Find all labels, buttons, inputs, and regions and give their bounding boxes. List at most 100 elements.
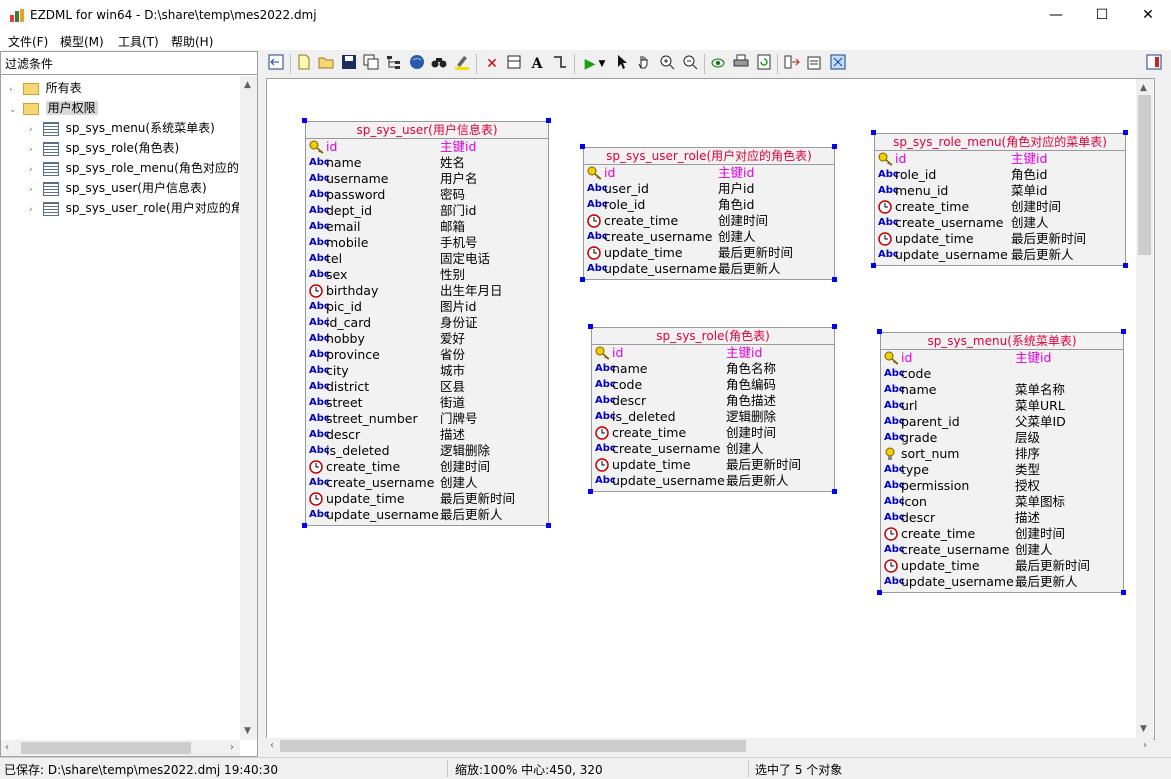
panel-toggle-icon[interactable] [1144, 54, 1164, 74]
chevron-down-icon[interactable]: ⌄ [9, 101, 19, 119]
entity-field-row[interactable]: update_time 最后更新时间 [875, 231, 1125, 247]
highlight-icon[interactable] [452, 54, 472, 74]
tree-item-sp-sys-user[interactable]: › sp_sys_user(用户信息表) [29, 179, 207, 197]
scroll-up-icon[interactable]: ▲ [1140, 83, 1147, 93]
entity-field-row[interactable]: Abc dept_id 部门id [306, 203, 548, 219]
entity-field-row[interactable]: birthday 出生年月日 [306, 283, 548, 299]
entity-field-row[interactable]: update_time 最后更新时间 [881, 558, 1123, 574]
chevron-right-icon[interactable]: › [29, 181, 39, 199]
entity-title[interactable]: sp_sys_role(角色表) [592, 328, 834, 345]
scroll-thumb[interactable] [1138, 95, 1151, 255]
chevron-right-icon[interactable]: › [29, 141, 39, 159]
open-folder-icon[interactable] [316, 54, 336, 74]
selection-handle[interactable] [1121, 590, 1126, 595]
entity-field-row[interactable]: Abc user_id 用户id [584, 181, 834, 197]
entity-sp-sys-user-role[interactable]: sp_sys_user_role(用户对应的角色表) id 主键id Abc user_… [583, 147, 835, 280]
connector-icon[interactable] [550, 54, 570, 74]
canvas-vertical-scrollbar[interactable]: ▲ ▼ [1136, 79, 1153, 738]
entity-field-row[interactable]: Abc descr 角色描述 [592, 393, 834, 409]
minimize-button[interactable]: — [1033, 0, 1079, 30]
refresh-icon[interactable] [754, 54, 774, 74]
entity-field-row[interactable]: id 主键id [306, 139, 548, 155]
entity-field-row[interactable]: Abc update_username 最后更新人 [881, 574, 1123, 590]
entity-field-row[interactable]: update_time 最后更新时间 [592, 457, 834, 473]
globe-icon[interactable] [407, 54, 427, 74]
entity-field-row[interactable]: Abc hobby 爱好 [306, 331, 548, 347]
entity-title[interactable]: sp_sys_user(用户信息表) [306, 122, 548, 139]
new-file-icon[interactable] [294, 54, 314, 74]
entity-field-row[interactable]: Abc code [881, 366, 1123, 382]
entity-field-row[interactable]: id 主键id [592, 345, 834, 361]
chevron-right-icon[interactable]: › [29, 161, 39, 177]
entity-title[interactable]: sp_sys_menu(系统菜单表) [881, 333, 1123, 350]
copy-icon[interactable] [361, 54, 381, 74]
entity-field-row[interactable]: Abc create_username 创建人 [584, 229, 834, 245]
maximize-button[interactable]: ☐ [1079, 0, 1125, 30]
entity-field-row[interactable]: Abc url 菜单URL [881, 398, 1123, 414]
selection-handle[interactable] [302, 118, 307, 123]
selection-handle[interactable] [580, 144, 585, 149]
selection-handle[interactable] [588, 324, 593, 329]
menu-model[interactable]: 模型(M) [60, 33, 104, 50]
entity-field-row[interactable]: Abc city 城市 [306, 363, 548, 379]
fit-screen-icon[interactable] [828, 54, 848, 74]
selection-handle[interactable] [832, 324, 837, 329]
hierarchy-icon[interactable] [384, 54, 404, 74]
entity-field-row[interactable]: Abc create_username 创建人 [881, 542, 1123, 558]
eye-icon[interactable] [708, 54, 728, 74]
selection-handle[interactable] [871, 130, 876, 135]
back-icon[interactable] [266, 54, 286, 74]
entity-field-row[interactable]: Abc street 街道 [306, 395, 548, 411]
properties-icon[interactable] [805, 54, 825, 74]
diagram-canvas[interactable]: sp_sys_user(用户信息表) id 主键id Abc name 姓名 Abc user… [266, 78, 1155, 740]
entity-field-row[interactable]: id 主键id [584, 165, 834, 181]
scroll-thumb[interactable] [280, 740, 746, 752]
entity-field-row[interactable]: Abc name 菜单名称 [881, 382, 1123, 398]
entity-field-row[interactable]: Abc update_username 最后更新人 [592, 473, 834, 489]
entity-field-row[interactable]: Abc update_username 最后更新人 [306, 507, 548, 523]
entity-field-row[interactable]: Abc street_number 门牌号 [306, 411, 548, 427]
tree-item-sp-sys-user-role[interactable]: › sp_sys_user_role(用户对应的角色表) [29, 199, 239, 217]
entity-field-row[interactable]: Abc mobile 手机号 [306, 235, 548, 251]
entity-field-row[interactable]: Abc code 角色编码 [592, 377, 834, 393]
scroll-right-icon[interactable]: › [230, 742, 234, 753]
panel-splitter[interactable] [258, 51, 264, 757]
scroll-down-icon[interactable]: ▼ [244, 726, 251, 736]
tree-vertical-scrollbar[interactable]: ▲ ▼ [240, 76, 257, 740]
tree-horizontal-scrollbar[interactable]: ‹ › [1, 740, 240, 756]
selection-handle[interactable] [302, 523, 307, 528]
zoom-in-icon[interactable] [657, 54, 677, 74]
entity-title[interactable]: sp_sys_user_role(用户对应的角色表) [584, 148, 834, 165]
entity-field-row[interactable]: create_time 创建时间 [306, 459, 548, 475]
scroll-right-icon[interactable]: › [1143, 740, 1147, 751]
tree-group-user-permissions[interactable]: ⌄ 用户权限 [9, 99, 98, 117]
entity-field-row[interactable]: create_time 创建时间 [592, 425, 834, 441]
printer-icon[interactable] [731, 54, 751, 74]
entity-field-row[interactable]: id 主键id [875, 151, 1125, 167]
scroll-up-icon[interactable]: ▲ [244, 80, 251, 90]
entity-field-row[interactable]: Abc permission 授权 [881, 478, 1123, 494]
entity-field-row[interactable]: Abc is_deleted 逻辑删除 [592, 409, 834, 425]
entity-sp-sys-menu[interactable]: sp_sys_menu(系统菜单表) id 主键id Abc code Abc name 菜单… [880, 332, 1124, 593]
entity-field-row[interactable]: sort_num 排序 [881, 446, 1123, 462]
entity-field-row[interactable]: Abc name 角色名称 [592, 361, 834, 377]
scroll-down-icon[interactable]: ▼ [1140, 724, 1147, 734]
entity-field-row[interactable]: Abc province 省份 [306, 347, 548, 363]
entity-field-row[interactable]: Abc is_deleted 逻辑删除 [306, 443, 548, 459]
selection-handle[interactable] [546, 118, 551, 123]
rectangle-icon[interactable] [504, 54, 524, 74]
entity-sp-sys-role-menu[interactable]: sp_sys_role_menu(角色对应的菜单表) id 主键id Abc role_… [874, 133, 1126, 266]
entity-field-row[interactable]: Abc pic_id 图片id [306, 299, 548, 315]
tree-item-sp-sys-role-menu[interactable]: › sp_sys_role_menu(角色对应的菜单表) [29, 159, 239, 177]
selection-handle[interactable] [1121, 329, 1126, 334]
entity-field-row[interactable]: Abc email 邮箱 [306, 219, 548, 235]
chevron-right-icon[interactable]: › [29, 121, 39, 139]
entity-field-row[interactable]: create_time 创建时间 [875, 199, 1125, 215]
entity-field-row[interactable]: Abc district 区县 [306, 379, 548, 395]
dropdown-arrow-icon[interactable]: ▼ [596, 54, 608, 74]
delete-icon[interactable]: ✕ [482, 54, 502, 74]
entity-sp-sys-role[interactable]: sp_sys_role(角色表) id 主键id Abc name 角色名称 Abc code… [591, 327, 835, 492]
selection-handle[interactable] [877, 590, 882, 595]
menu-help[interactable]: 帮助(H) [171, 33, 213, 50]
entity-field-row[interactable]: Abc update_username 最后更新人 [875, 247, 1125, 263]
